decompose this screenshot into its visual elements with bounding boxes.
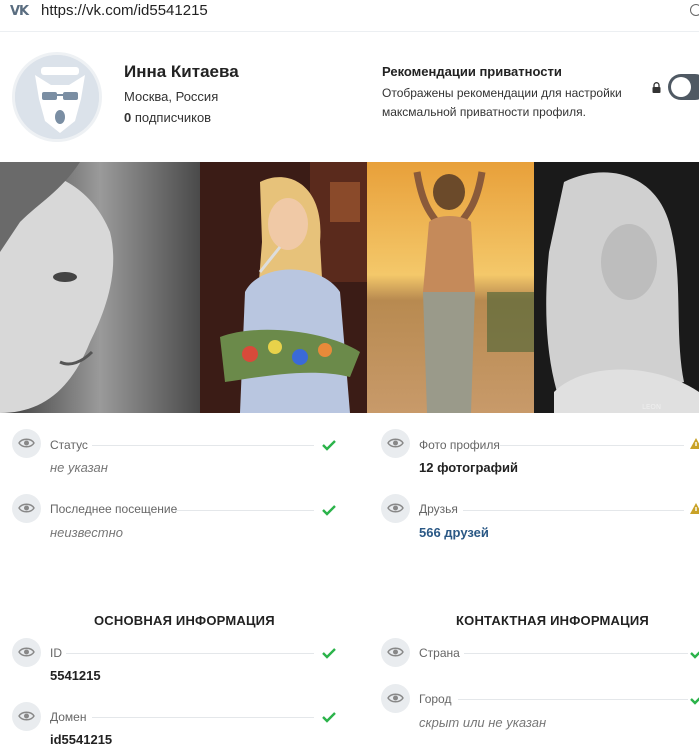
divider xyxy=(463,510,684,511)
divider xyxy=(458,699,688,700)
divider xyxy=(500,445,684,446)
check-icon xyxy=(690,651,699,659)
photo-curly-bw[interactable]: LEON xyxy=(534,162,699,413)
photo-painter[interactable] xyxy=(200,162,367,413)
privacy-title: Рекомендации приватности xyxy=(382,64,562,79)
friends-label: Друзья xyxy=(419,502,458,516)
eye-icon xyxy=(18,503,35,513)
divider xyxy=(464,653,688,654)
city-visibility-icon[interactable] xyxy=(381,684,410,713)
country-label: Страна xyxy=(419,646,460,660)
photo-bw-portrait[interactable] xyxy=(0,162,200,413)
photos-visibility-icon[interactable] xyxy=(381,429,410,458)
country-visibility-icon[interactable] xyxy=(381,638,410,667)
lock-icon xyxy=(652,82,661,93)
domain-label: Домен xyxy=(50,710,87,724)
eye-icon xyxy=(387,693,404,703)
divider xyxy=(92,717,314,718)
divider xyxy=(92,445,314,446)
toggle-knob xyxy=(671,77,691,97)
domain-visibility-icon[interactable] xyxy=(12,702,41,731)
check-icon xyxy=(322,648,336,659)
url-text[interactable]: https://vk.com/id5541215 xyxy=(41,2,208,19)
check-icon xyxy=(690,697,699,705)
photo-watermark: LEON xyxy=(642,403,661,411)
vk-dog-avatar-icon xyxy=(15,55,99,139)
photo-sunset-beach[interactable] xyxy=(367,162,534,413)
eye-icon xyxy=(387,647,404,657)
profile-city: Москва, Россия xyxy=(124,89,219,104)
eye-icon xyxy=(18,711,35,721)
id-visibility-icon[interactable] xyxy=(12,638,41,667)
divider xyxy=(175,510,314,511)
friends-link[interactable]: 566 друзей xyxy=(419,525,489,540)
subscribers-label: подписчиков xyxy=(134,110,212,125)
eye-icon xyxy=(387,438,404,448)
basic-info-title: ОСНОВНАЯ ИНФОРМАЦИЯ xyxy=(94,613,275,628)
contact-info-title: КОНТАКТНАЯ ИНФОРМАЦИЯ xyxy=(456,613,649,628)
profile-photos-count: 12 фотографий xyxy=(419,460,518,475)
friends-visibility-icon[interactable] xyxy=(381,494,410,523)
privacy-toggle[interactable] xyxy=(668,74,699,100)
eye-icon xyxy=(18,438,35,448)
city-label: Город xyxy=(419,692,452,706)
last-seen-visibility-icon[interactable] xyxy=(12,494,41,523)
divider xyxy=(66,653,314,654)
id-value: 5541215 xyxy=(50,668,101,683)
status-visibility-icon[interactable] xyxy=(12,429,41,458)
eye-icon xyxy=(387,503,404,513)
id-label: ID xyxy=(50,646,62,660)
last-seen-value: неизвестно xyxy=(50,525,123,540)
profile-photos-label: Фото профиля xyxy=(419,438,500,452)
check-icon xyxy=(322,505,336,516)
avatar[interactable] xyxy=(12,52,102,142)
warning-icon xyxy=(690,438,699,449)
domain-value: id5541215 xyxy=(50,732,113,747)
profile-name: Инна Китаева xyxy=(124,62,239,81)
clock-icon xyxy=(690,4,699,16)
warning-icon xyxy=(690,503,699,514)
status-value: не указан xyxy=(50,460,108,475)
subscribers-count: 0 подписчиков xyxy=(124,110,211,125)
city-value: скрыт или не указан xyxy=(419,715,547,730)
photo-strip: LEON xyxy=(0,162,699,413)
check-icon xyxy=(322,712,336,723)
vk-logo-icon: VK xyxy=(10,4,29,19)
last-seen-label: Последнее посещение xyxy=(50,502,178,516)
check-icon xyxy=(322,440,336,451)
subscribers-number: 0 xyxy=(124,110,132,125)
status-label: Статус xyxy=(50,438,88,452)
address-bar[interactable]: VK https://vk.com/id5541215 xyxy=(0,0,699,32)
privacy-description: Отображены рекомендации для настройки ма… xyxy=(382,86,622,119)
eye-icon xyxy=(18,647,35,657)
